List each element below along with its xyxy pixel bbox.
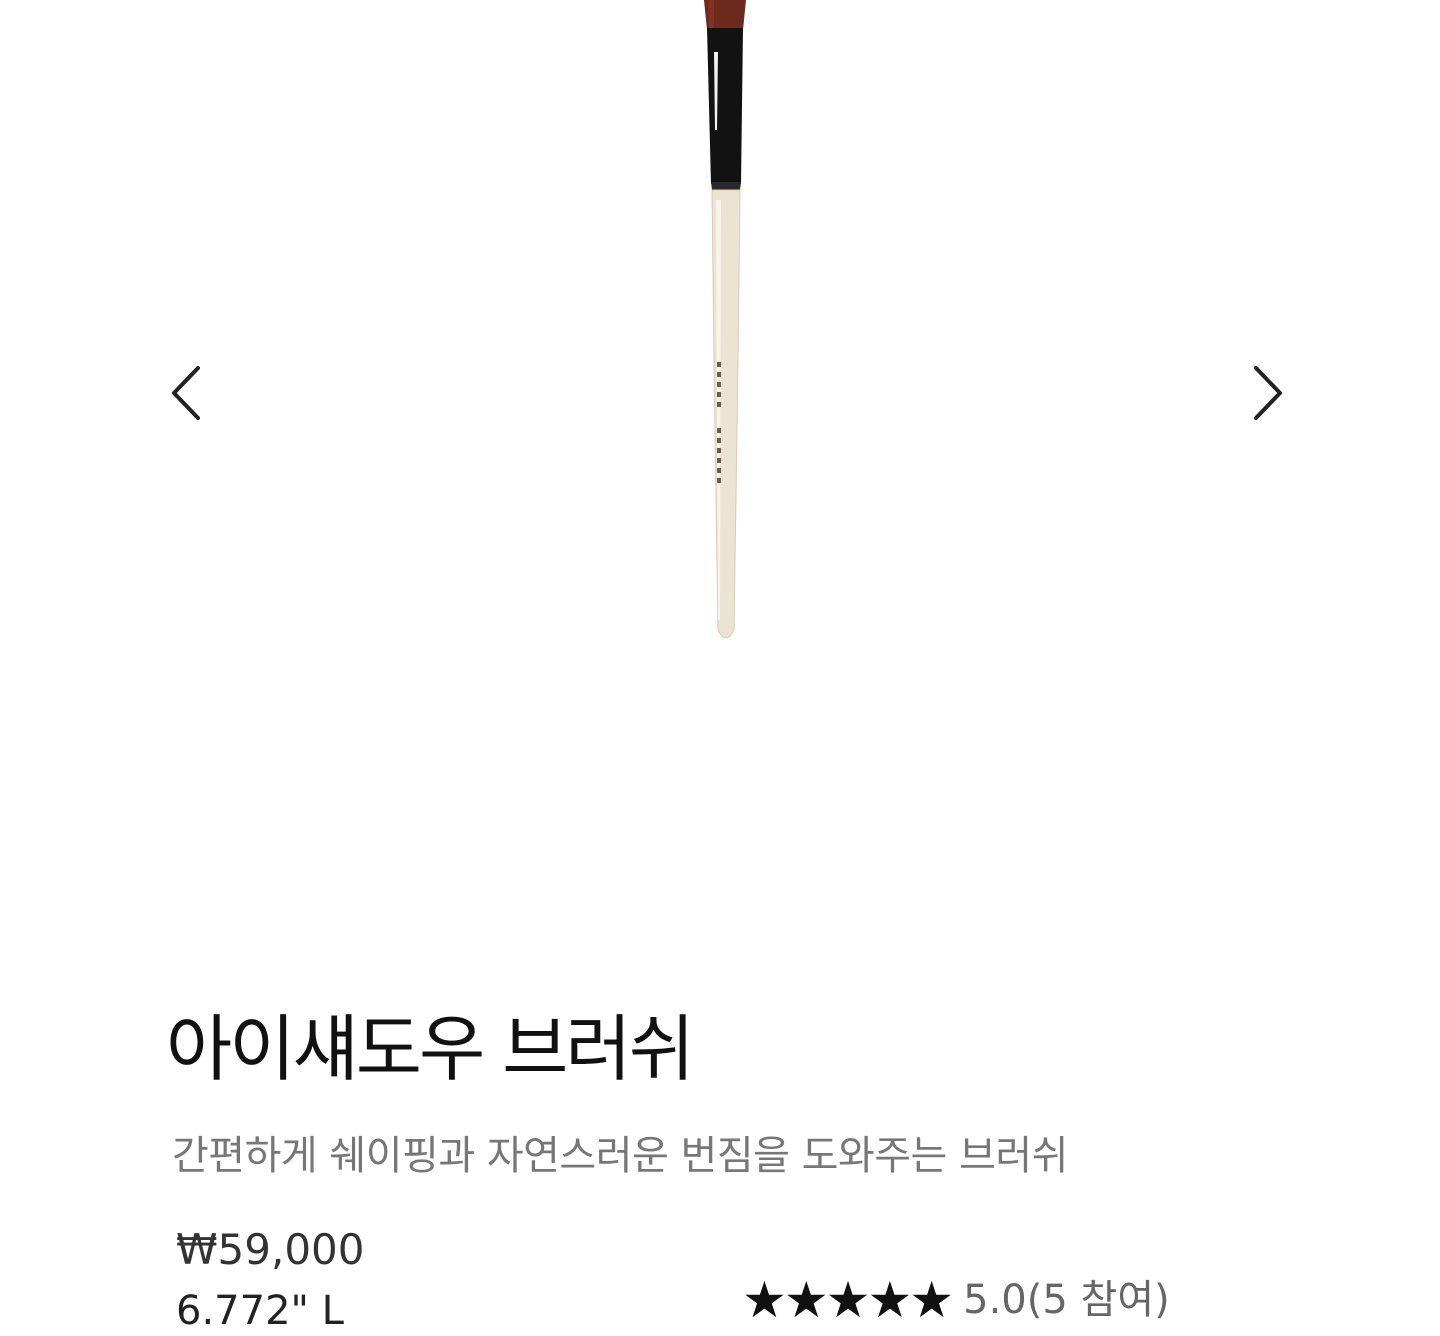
star-rating-icons: ★★★★★ xyxy=(742,1271,954,1329)
carousel-prev-button[interactable] xyxy=(156,355,216,431)
rating-score: 5.0 xyxy=(963,1277,1027,1323)
product-subtitle: 간편하게 쉐이핑과 자연스러운 번짐을 도와주는 브러쉬 xyxy=(172,1133,1068,1179)
product-rating[interactable]: ★★★★★ 5.0 (5 참여) xyxy=(742,1272,1170,1328)
carousel-next-button[interactable] xyxy=(1238,355,1298,431)
product-price: ₩59,000 xyxy=(176,1225,365,1274)
product-image-carousel xyxy=(0,0,1440,980)
product-image xyxy=(704,0,746,639)
product-size: 6.772" L xyxy=(176,1288,344,1334)
chevron-left-icon xyxy=(172,366,200,420)
rating-count: (5 참여) xyxy=(1026,1277,1170,1323)
product-title: 아이섀도우 브러쉬 xyxy=(166,1007,695,1091)
chevron-right-icon xyxy=(1254,366,1282,420)
